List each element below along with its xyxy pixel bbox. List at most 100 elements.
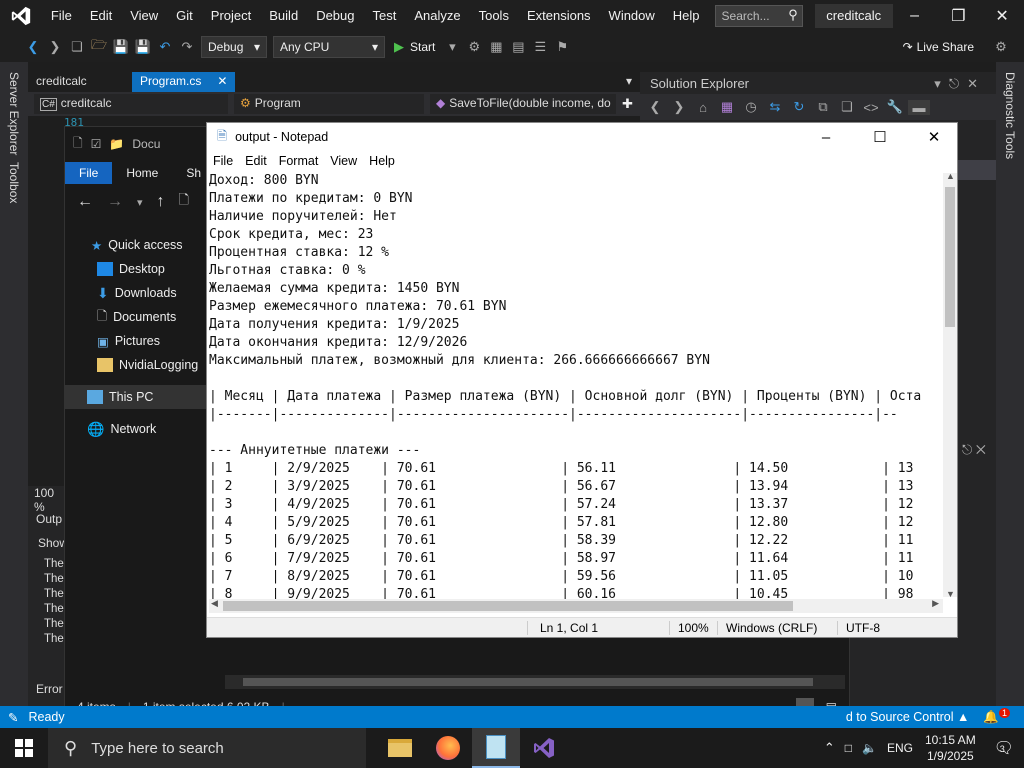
home-icon[interactable]: ⌂ bbox=[692, 100, 714, 115]
maximize-icon[interactable]: ❐ bbox=[936, 6, 980, 26]
start-play-icon[interactable]: ▶ bbox=[388, 39, 410, 55]
np-menu-help[interactable]: Help bbox=[363, 154, 401, 168]
code-view-icon[interactable]: <> bbox=[860, 100, 882, 115]
tab-creditcalc[interactable]: creditcalc bbox=[28, 72, 132, 92]
toolbar-tool-icon[interactable]: ☰ bbox=[529, 39, 551, 55]
close-icon[interactable]: ✕ bbox=[911, 128, 957, 146]
notification-center-icon[interactable]: 🗨 3 bbox=[994, 738, 1014, 758]
up-arrow-icon[interactable]: ↑ bbox=[157, 193, 165, 211]
ribbon-tab-home[interactable]: Home bbox=[112, 162, 172, 184]
address-icon[interactable]: 🗋 bbox=[179, 191, 189, 213]
preview-icon[interactable]: ▬ bbox=[908, 99, 930, 115]
scroll-right-icon[interactable]: ▶ bbox=[932, 598, 939, 609]
scrollbar-thumb[interactable] bbox=[243, 678, 813, 686]
np-menu-edit[interactable]: Edit bbox=[239, 154, 273, 168]
add-to-source-control[interactable]: d to Source Control ▲ bbox=[846, 710, 970, 724]
tree-nvidialogging[interactable]: NvidiaLogging bbox=[65, 353, 207, 377]
np-menu-view[interactable]: View bbox=[324, 154, 363, 168]
platform-dropdown[interactable]: Any CPU ▾ bbox=[273, 36, 385, 58]
close-icon[interactable]: ✕ bbox=[980, 6, 1024, 26]
ribbon-tab-file[interactable]: File bbox=[65, 162, 113, 184]
new-project-icon[interactable]: ❏ bbox=[66, 39, 88, 55]
panel-controls-icon[interactable]: ⎋ ✕ bbox=[962, 442, 986, 458]
menu-help[interactable]: Help bbox=[664, 0, 709, 32]
menu-edit[interactable]: Edit bbox=[81, 0, 121, 32]
error-list-tab[interactable]: Error bbox=[36, 682, 63, 696]
split-icon[interactable]: ✚ bbox=[622, 96, 633, 112]
menu-project[interactable]: Project bbox=[202, 0, 260, 32]
properties-check-icon[interactable]: ☑ bbox=[91, 137, 102, 151]
tree-desktop[interactable]: Desktop bbox=[65, 257, 207, 281]
volume-icon[interactable]: 🔈 bbox=[862, 741, 877, 755]
explorer-quick-icon[interactable]: 🗋 bbox=[73, 134, 83, 155]
bookmark-icon[interactable]: ⚑ bbox=[551, 39, 573, 55]
redo-icon[interactable]: ↷ bbox=[176, 39, 198, 55]
back-icon[interactable]: ❮ bbox=[22, 39, 44, 55]
menu-git[interactable]: Git bbox=[167, 0, 202, 32]
start-button[interactable]: Start bbox=[410, 40, 435, 54]
menu-build[interactable]: Build bbox=[260, 0, 307, 32]
menu-window[interactable]: Window bbox=[600, 0, 664, 32]
start-button[interactable] bbox=[0, 728, 48, 768]
undo-icon[interactable]: ↶ bbox=[154, 39, 176, 55]
maximize-icon[interactable]: ☐ bbox=[857, 128, 903, 146]
toolbox-tab[interactable]: Toolbox bbox=[7, 162, 21, 203]
show-hidden-icons-icon[interactable]: ⌃ bbox=[824, 740, 835, 756]
recent-dropdown-icon[interactable]: ▾ bbox=[137, 196, 143, 209]
menu-tools[interactable]: Tools bbox=[470, 0, 518, 32]
nav-method-dropdown[interactable]: ◆ SaveToFile(double income, do bbox=[430, 94, 616, 114]
notifications-bell-icon[interactable]: 🔔 1 bbox=[983, 708, 1010, 725]
sync-icon[interactable]: ⇆ bbox=[764, 99, 786, 115]
nav-project-dropdown[interactable]: C# creditcalc bbox=[34, 94, 228, 114]
explorer-horizontal-scrollbar[interactable] bbox=[225, 675, 845, 689]
menu-analyze[interactable]: Analyze bbox=[405, 0, 469, 32]
pending-changes-icon[interactable]: ◷ bbox=[740, 99, 762, 115]
tree-network[interactable]: 🌐 Network bbox=[65, 417, 207, 441]
nav-class-dropdown[interactable]: ⚙ Program bbox=[234, 94, 424, 114]
taskbar-firefox[interactable] bbox=[424, 728, 472, 768]
forward-arrow-icon[interactable]: → bbox=[107, 193, 123, 211]
notepad-vertical-scrollbar[interactable]: ▲ ▼ bbox=[943, 171, 957, 599]
menu-view[interactable]: View bbox=[121, 0, 167, 32]
live-share-icon[interactable]: ↷ bbox=[903, 40, 913, 54]
toolbar-tool-icon[interactable]: ▤ bbox=[507, 39, 529, 55]
taskbar-visual-studio[interactable] bbox=[520, 728, 568, 768]
refresh-icon[interactable]: ↻ bbox=[788, 99, 810, 115]
scroll-up-icon[interactable]: ▲ bbox=[946, 171, 955, 181]
menu-extensions[interactable]: Extensions bbox=[518, 0, 600, 32]
start-dropdown-icon[interactable]: ▾ bbox=[441, 39, 463, 55]
taskbar-notepad[interactable] bbox=[472, 728, 520, 768]
back-arrow-icon[interactable]: ← bbox=[77, 193, 93, 211]
open-folder-icon[interactable]: 🗁 bbox=[88, 36, 110, 58]
tree-documents[interactable]: 🗋 Documents bbox=[65, 305, 207, 329]
live-share-button[interactable]: Live Share bbox=[917, 40, 974, 54]
scrollbar-thumb[interactable] bbox=[223, 601, 793, 611]
collapse-all-icon[interactable]: ⧉ bbox=[812, 99, 834, 115]
properties-icon[interactable]: 🔧 bbox=[884, 99, 906, 115]
tab-program-cs[interactable]: Program.cs ✕ bbox=[132, 72, 236, 92]
forward-icon[interactable]: ❯ bbox=[668, 99, 690, 115]
np-menu-file[interactable]: File bbox=[207, 154, 239, 168]
toolbar-tool-icon[interactable]: ▦ bbox=[485, 39, 507, 55]
panel-controls-icon[interactable]: ▾⎋✕ bbox=[934, 76, 986, 91]
taskbar-search-box[interactable]: ⚲ Type here to search bbox=[48, 728, 366, 768]
menu-test[interactable]: Test bbox=[364, 0, 406, 32]
switch-views-icon[interactable]: ▦ bbox=[716, 99, 738, 115]
menu-debug[interactable]: Debug bbox=[307, 0, 363, 32]
scroll-down-icon[interactable]: ▼ bbox=[946, 589, 955, 599]
close-icon[interactable]: ✕ bbox=[217, 74, 227, 90]
back-icon[interactable]: ❮ bbox=[644, 99, 666, 115]
taskbar-file-explorer[interactable] bbox=[376, 728, 424, 768]
config-dropdown[interactable]: Debug ▾ bbox=[201, 36, 267, 58]
tree-quick-access[interactable]: ★ Quick access bbox=[65, 233, 207, 257]
minimize-icon[interactable]: – bbox=[893, 7, 937, 25]
vs-search-box[interactable]: Search... ⚲ bbox=[714, 5, 803, 27]
np-menu-format[interactable]: Format bbox=[273, 154, 325, 168]
toolbar-tool-icon[interactable]: ⚙ bbox=[463, 39, 485, 55]
taskbar-clock[interactable]: 10:15 AM 1/9/2025 bbox=[925, 732, 976, 764]
tab-list-dropdown-icon[interactable]: ▾ bbox=[618, 72, 640, 92]
save-icon[interactable]: 💾 bbox=[110, 39, 132, 55]
network-icon[interactable]: □ bbox=[845, 741, 852, 755]
notepad-horizontal-scrollbar[interactable]: ◀ ▶ bbox=[209, 598, 943, 613]
minimize-icon[interactable]: – bbox=[803, 129, 849, 146]
